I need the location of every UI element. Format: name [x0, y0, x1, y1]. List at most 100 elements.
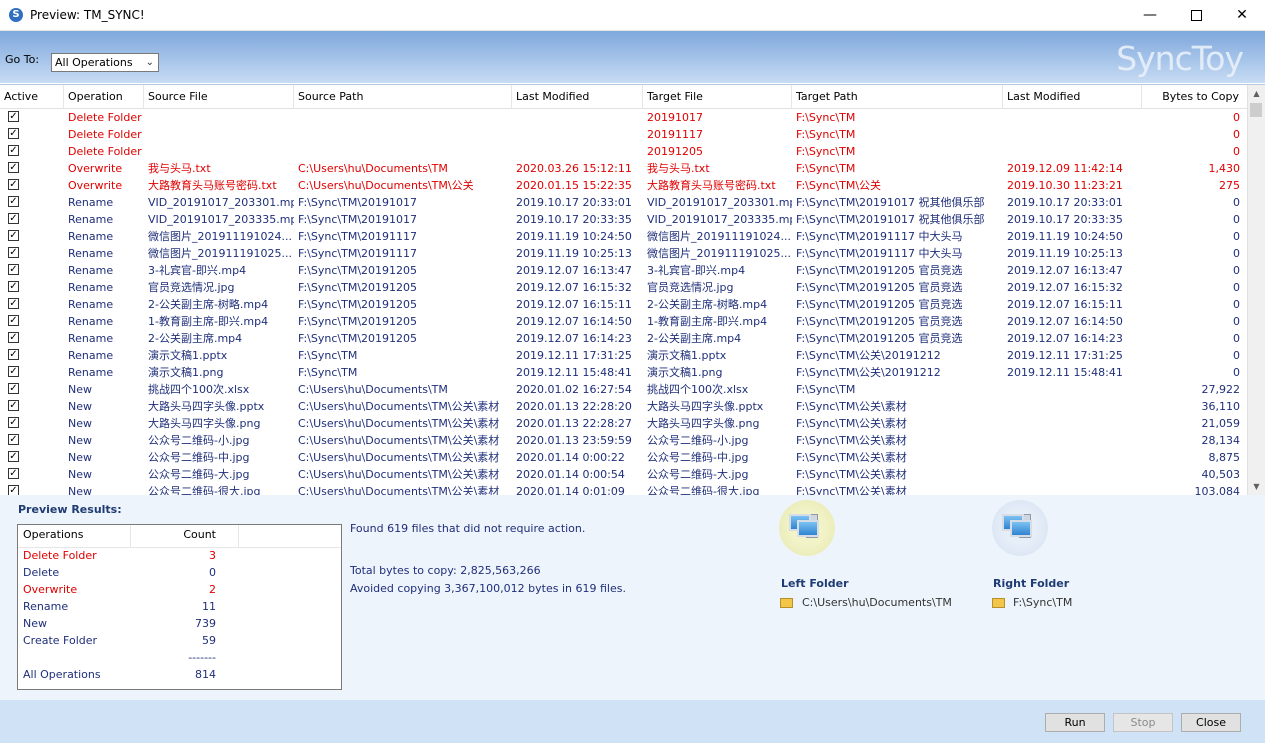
cell-target-path: F:\Sync\TM\公关\20191212	[796, 349, 941, 362]
cell-target-path: F:\Sync\TM\公关	[796, 179, 882, 192]
table-row[interactable]: ✓ Rename 1-教育副主席-即兴.mp4 F:\Sync\TM\20191205…	[0, 313, 1248, 330]
left-computer-icon	[779, 500, 835, 556]
total-count: 814	[195, 668, 216, 681]
left-folder-path: C:\Users\hu\Documents\TM	[802, 596, 952, 609]
column-header-source-last-modified[interactable]: Last Modified	[512, 85, 643, 108]
column-header-target-file[interactable]: Target File	[643, 85, 792, 108]
cell-operation: New	[68, 434, 92, 447]
table-row[interactable]: ✓ Rename 2-公关副主席-树略.mp4 F:\Sync\TM\20191205…	[0, 296, 1248, 313]
active-checkbox[interactable]: ✓	[8, 264, 19, 275]
table-row[interactable]: ✓ Rename VID_20191017_203301.mp4 F:\Sync\TM…	[0, 194, 1248, 211]
active-checkbox[interactable]: ✓	[8, 400, 19, 411]
cell-operation: Rename	[68, 281, 114, 294]
table-row[interactable]: ✓ New 大路头马四字头像.pptx C:\Users\hu\Documents\T…	[0, 398, 1248, 415]
cell-source-path: C:\Users\hu\Documents\TM\公关\素材	[298, 451, 500, 464]
active-checkbox[interactable]: ✓	[8, 111, 19, 122]
table-row[interactable]: ✓ Rename 3-礼宾官-即兴.mp4 F:\Sync\TM\20191205 20…	[0, 262, 1248, 279]
cell-target-path: F:\Sync\TM	[796, 162, 856, 175]
table-row[interactable]: ✓ Delete Folder 20191117 F:\Sync\TM 0	[0, 126, 1248, 143]
run-button[interactable]: Run	[1045, 713, 1105, 732]
header-band: Go To: All Operations ⌄ SyncToy	[0, 31, 1265, 83]
column-header-source-file[interactable]: Source File	[144, 85, 294, 108]
cell-target-file: 我与头马.txt	[647, 162, 710, 175]
active-checkbox[interactable]: ✓	[8, 468, 19, 479]
active-checkbox[interactable]: ✓	[8, 128, 19, 139]
table-row[interactable]: ✓ New 挑战四个100次.xlsx C:\Users\hu\Documents\T…	[0, 381, 1248, 398]
cell-target-file: VID_20191017_203335.mp4	[647, 213, 792, 226]
operation-count: 739	[195, 617, 216, 630]
table-row[interactable]: ✓ Delete Folder 20191205 F:\Sync\TM 0	[0, 143, 1248, 160]
table-row[interactable]: ✓ New 公众号二维码-小.jpg C:\Users\hu\Documents\TM…	[0, 432, 1248, 449]
active-checkbox[interactable]: ✓	[8, 332, 19, 343]
operations-column-header: Operations	[23, 528, 84, 541]
cell-target-path: F:\Sync\TM\20191117 中大头马	[796, 247, 963, 260]
cell-source-file	[144, 143, 294, 160]
active-checkbox[interactable]: ✓	[8, 417, 19, 428]
table-row[interactable]: ✓ New 大路头马四字头像.png C:\Users\hu\Documents\TM…	[0, 415, 1248, 432]
active-checkbox[interactable]: ✓	[8, 434, 19, 445]
cell-source-file: 2-公关副主席.mp4	[148, 332, 243, 345]
scroll-down-icon[interactable]: ▼	[1248, 478, 1265, 495]
operations-summary-row: Delete Folder 3	[18, 547, 341, 564]
close-button[interactable]: Close	[1181, 713, 1241, 732]
active-checkbox[interactable]: ✓	[8, 315, 19, 326]
cell-operation: Delete Folder	[68, 128, 142, 141]
active-checkbox[interactable]: ✓	[8, 196, 19, 207]
active-checkbox[interactable]: ✓	[8, 451, 19, 462]
active-checkbox[interactable]: ✓	[8, 230, 19, 241]
maximize-button[interactable]	[1173, 0, 1219, 31]
active-checkbox[interactable]: ✓	[8, 162, 19, 173]
vertical-scrollbar[interactable]: ▲ ▼	[1247, 85, 1265, 495]
cell-source-last-modified: 2020.01.13 22:28:20	[516, 400, 632, 413]
column-header-source-path[interactable]: Source Path	[294, 85, 512, 108]
stop-button[interactable]: Stop	[1113, 713, 1173, 732]
table-row[interactable]: ✓ Rename 官员竞选情况.jpg F:\Sync\TM\20191205 2019…	[0, 279, 1248, 296]
column-header-target-last-modified[interactable]: Last Modified	[1003, 85, 1142, 108]
column-header-target-path[interactable]: Target Path	[792, 85, 1003, 108]
table-row[interactable]: ✓ Rename 微信图片_201911191025... F:\Sync\TM\20…	[0, 245, 1248, 262]
cell-target-path: F:\Sync\TM\20191117 中大头马	[796, 230, 963, 243]
table-row[interactable]: ✓ Overwrite 我与头马.txt C:\Users\hu\Documents\…	[0, 160, 1248, 177]
cell-operation: Rename	[68, 332, 114, 345]
cell-bytes-to-copy: 0	[1233, 196, 1240, 209]
operations-summary-box: Operations Count Delete Folder 3 Delete 0 Ov…	[17, 524, 342, 690]
cell-operation: Overwrite	[68, 179, 123, 192]
table-row[interactable]: ✓ Rename VID_20191017_203335.mp4 F:\Sync\TM…	[0, 211, 1248, 228]
cell-operation: Rename	[68, 247, 114, 260]
active-checkbox[interactable]: ✓	[8, 281, 19, 292]
cell-bytes-to-copy: 0	[1233, 213, 1240, 226]
operation-label: Delete Folder	[23, 549, 97, 562]
active-checkbox[interactable]: ✓	[8, 247, 19, 258]
table-row[interactable]: ✓ New 公众号二维码-大.jpg C:\Users\hu\Documents\TM…	[0, 466, 1248, 483]
cell-source-last-modified: 2020.01.13 23:59:59	[516, 434, 632, 447]
table-row[interactable]: ✓ Rename 2-公关副主席.mp4 F:\Sync\TM\20191205 201…	[0, 330, 1248, 347]
operations-summary-row: Delete 0	[18, 564, 341, 581]
active-checkbox[interactable]: ✓	[8, 383, 19, 394]
cell-source-last-modified: 2019.12.07 16:15:11	[516, 298, 632, 311]
cell-operation: New	[68, 383, 92, 396]
column-header-operation[interactable]: Operation	[64, 85, 144, 108]
active-checkbox[interactable]: ✓	[8, 298, 19, 309]
total-bytes-text: Total bytes to copy: 2,825,563,266	[350, 564, 541, 577]
table-row[interactable]: ✓ Overwrite 大路教育头马账号密码.txt C:\Users\hu\Docu…	[0, 177, 1248, 194]
scroll-up-icon[interactable]: ▲	[1248, 85, 1265, 102]
active-checkbox[interactable]: ✓	[8, 145, 19, 156]
column-header-bytes-to-copy[interactable]: Bytes to Copy	[1142, 85, 1248, 108]
active-checkbox[interactable]: ✓	[8, 179, 19, 190]
minimize-button[interactable]: —	[1127, 0, 1173, 31]
table-row[interactable]: ✓ Rename 演示文稿1.pptx F:\Sync\TM 2019.12.11 17…	[0, 347, 1248, 364]
table-row[interactable]: ✓ Rename 微信图片_201911191024... F:\Sync\TM\20…	[0, 228, 1248, 245]
cell-source-file: 微信图片_201911191025...	[148, 247, 292, 260]
goto-dropdown[interactable]: All Operations ⌄	[51, 53, 159, 72]
close-window-button[interactable]: ✕	[1219, 0, 1265, 31]
cell-source-last-modified: 2020.03.26 15:12:11	[516, 162, 632, 175]
table-row[interactable]: ✓ New 公众号二维码-中.jpg C:\Users\hu\Documents\TM…	[0, 449, 1248, 466]
scrollbar-thumb[interactable]	[1250, 103, 1262, 117]
active-checkbox[interactable]: ✓	[8, 366, 19, 377]
table-row[interactable]: ✓ Delete Folder 20191017 F:\Sync\TM 0	[0, 109, 1248, 126]
cell-bytes-to-copy: 21,059	[1201, 417, 1241, 430]
active-checkbox[interactable]: ✓	[8, 349, 19, 360]
column-header-active[interactable]: Active	[0, 85, 64, 108]
active-checkbox[interactable]: ✓	[8, 213, 19, 224]
table-row[interactable]: ✓ Rename 演示文稿1.png F:\Sync\TM 2019.12.11 15:…	[0, 364, 1248, 381]
